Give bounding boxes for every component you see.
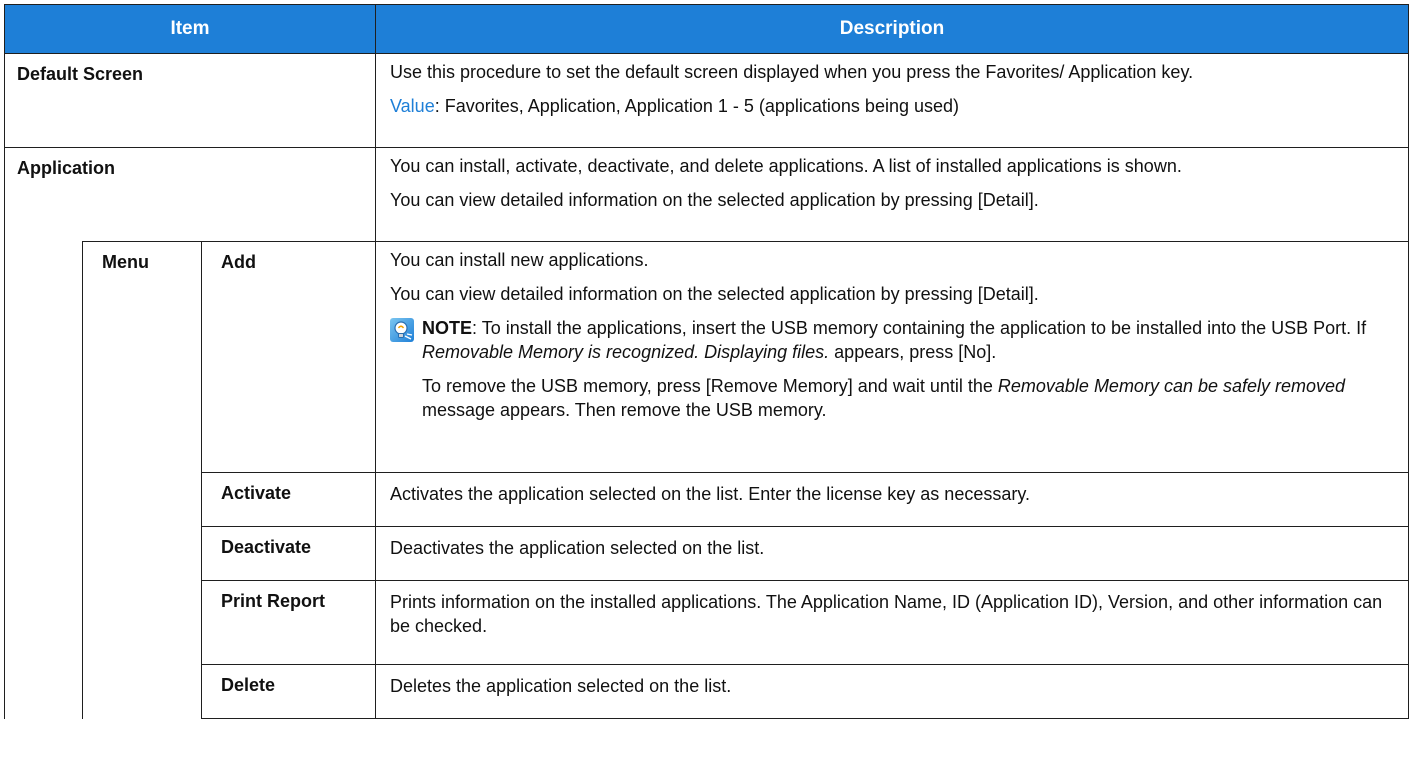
desc-deactivate: Deactivates the application selected on … — [375, 526, 1409, 581]
table-row-default-screen: Default Screen Use this procedure to set… — [4, 53, 1409, 148]
item-application: Application — [4, 147, 376, 242]
table-header-row: Item Description — [4, 4, 1409, 54]
application-desc-1: You can install, activate, deactivate, a… — [390, 156, 1182, 176]
value-text: : Favorites, Application, Application 1 … — [434, 96, 960, 116]
lightbulb-note-icon — [390, 318, 414, 342]
settings-table: Item Description Default Screen Use this… — [4, 4, 1409, 719]
note-italic-1: Removable Memory is recognized. Displayi… — [422, 342, 830, 362]
item-deactivate: Deactivate — [201, 526, 376, 581]
note-text-1: : To install the applications, insert th… — [472, 318, 1367, 338]
default-screen-value: Value: Favorites, Application, Applicati… — [390, 94, 1392, 118]
desc-print-report: Prints information on the installed appl… — [375, 580, 1409, 665]
item-default-screen: Default Screen — [4, 53, 376, 148]
indent-spacer — [4, 241, 83, 719]
item-add: Add — [201, 241, 376, 473]
header-description: Description — [375, 4, 1409, 54]
table-row-activate: Activate Activates the application selec… — [5, 472, 1409, 527]
desc-activate: Activates the application selected on th… — [375, 472, 1409, 527]
add-note-para-1: NOTE: To install the applications, inser… — [422, 316, 1392, 364]
item-print-report: Print Report — [201, 580, 376, 665]
table-row-delete: Delete Deletes the application selected … — [5, 664, 1409, 719]
add-desc-1: You can install new applications. — [390, 250, 649, 270]
desc-default-screen: Use this procedure to set the default sc… — [375, 53, 1409, 148]
desc-delete: Deletes the application selected on the … — [375, 664, 1409, 719]
note-label: NOTE — [422, 318, 473, 338]
table-row-print-report: Print Report Prints information on the i… — [5, 580, 1409, 665]
header-item: Item — [4, 4, 376, 54]
default-screen-desc: Use this procedure to set the default sc… — [390, 62, 1194, 82]
add-note-para-2: To remove the USB memory, press [Remove … — [422, 374, 1392, 422]
item-delete: Delete — [201, 664, 376, 719]
note-text-2: appears, press [No]. — [829, 342, 997, 362]
table-row-add: Menu Add You can install new application… — [4, 241, 1409, 719]
item-activate: Activate — [201, 472, 376, 527]
settings-table-container: Item Description Default Screen Use this… — [4, 4, 1409, 772]
note2-italic: Removable Memory can be safely removed — [997, 376, 1346, 396]
desc-application: You can install, activate, deactivate, a… — [375, 147, 1409, 242]
application-desc-2: You can view detailed information on the… — [390, 190, 1039, 210]
desc-add: You can install new applications. You ca… — [375, 241, 1409, 473]
value-label: Value — [390, 96, 435, 116]
add-note: NOTE: To install the applications, inser… — [390, 316, 1392, 422]
item-menu: Menu — [82, 241, 202, 719]
table-row-application: Application You can install, activate, d… — [4, 147, 1409, 242]
add-note-text: NOTE: To install the applications, inser… — [422, 316, 1392, 422]
note2-text-1: To remove the USB memory, press [Remove … — [422, 376, 998, 396]
note2-text-2: message appears. Then remove the USB mem… — [422, 400, 827, 420]
add-desc-2: You can view detailed information on the… — [390, 284, 1039, 304]
table-row-deactivate: Deactivate Deactivates the application s… — [5, 526, 1409, 581]
